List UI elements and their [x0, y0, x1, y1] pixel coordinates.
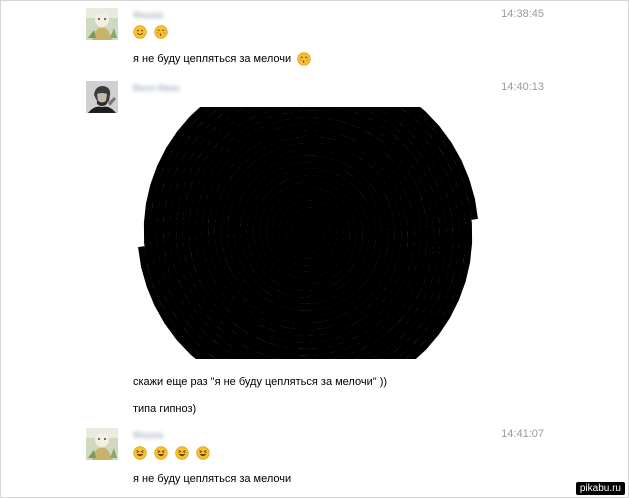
message-time: 14:41:07	[501, 428, 544, 440]
avatar-user-2[interactable]	[86, 81, 118, 113]
message-text-line: типа гипноз)	[133, 403, 197, 415]
message-time: 14:40:13	[501, 81, 544, 93]
avatar-user-1[interactable]	[86, 8, 118, 40]
laughing-face-icon	[175, 446, 189, 460]
message-text-content: я не буду цепляться за мелочи	[133, 52, 292, 65]
laughing-face-icon	[154, 446, 168, 460]
avatar-user-1[interactable]	[86, 428, 118, 460]
message-text: я не буду цепляться за мелочи	[133, 473, 292, 485]
watermark: pikabu.ru	[575, 482, 625, 495]
author-name[interactable]: Фишка	[133, 10, 163, 20]
laughing-face-icon	[133, 446, 147, 460]
message-time: 14:38:45	[501, 8, 544, 20]
author-name[interactable]: Вася Иван	[133, 83, 180, 93]
laughing-face-icon	[196, 446, 210, 460]
kissing-face-icon	[154, 25, 168, 39]
message-text: я не буду цепляться за мелочи	[133, 52, 315, 66]
kissing-face-icon	[297, 52, 311, 66]
message-text-line: скажи еще раз "я не буду цепляться за ме…	[133, 376, 388, 388]
emoji-line	[133, 25, 172, 39]
smiling-face-icon	[133, 25, 147, 39]
author-name[interactable]: Фишка	[133, 430, 163, 440]
hypnotic-spiral-image[interactable]	[133, 65, 483, 401]
emoji-line	[133, 446, 214, 460]
